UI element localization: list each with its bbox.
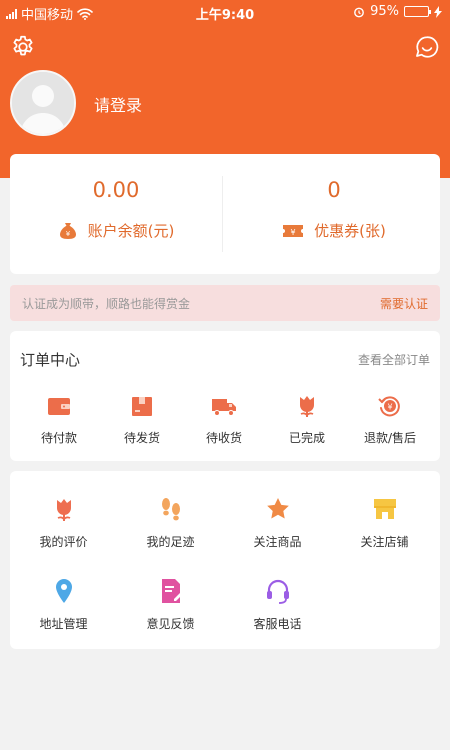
battery-percent: 95% — [370, 4, 399, 19]
order-label: 退款/售后 — [363, 431, 417, 445]
notice-text: 认证成为顺带，顺路也能得赏金 — [22, 297, 191, 311]
tool-label: 关注商品 — [253, 535, 302, 549]
account-balance-value: 0.00 — [92, 178, 140, 202]
divider — [222, 176, 223, 252]
order-pending-receipt[interactable]: 待收货 — [181, 393, 267, 446]
coupons-value: 0 — [327, 178, 341, 202]
flower-icon — [300, 396, 314, 417]
wallet-icon — [48, 398, 70, 415]
avatar[interactable] — [10, 70, 76, 136]
followed-products[interactable]: 关注商品 — [224, 495, 331, 550]
coupons-label: 优惠券(张) — [314, 222, 386, 240]
flower-icon — [56, 499, 71, 521]
account-balance-label: 账户余额(元) — [87, 222, 175, 240]
order-label: 待收货 — [205, 431, 242, 445]
tool-label: 意见反馈 — [146, 617, 195, 631]
coupon-icon: ¥ — [283, 224, 304, 237]
my-footprints[interactable]: 我的足迹 — [117, 495, 224, 550]
alarm-icon — [354, 7, 364, 17]
order-label: 待付款 — [40, 431, 77, 445]
coupons[interactable]: 0 ¥ 优惠券(张) — [228, 154, 440, 274]
order-label: 待发货 — [123, 431, 160, 445]
status-bar: 中国移动 上午9:40 95% — [0, 0, 450, 24]
tool-label: 地址管理 — [39, 617, 88, 631]
followed-shops[interactable]: 关注店铺 — [331, 495, 438, 550]
svg-text:¥: ¥ — [65, 230, 70, 238]
verification-notice[interactable]: 认证成为顺带，顺路也能得赏金 需要认证 — [10, 285, 440, 321]
login-prompt[interactable]: 请登录 — [94, 92, 142, 116]
order-center-title: 订单中心 — [20, 351, 81, 369]
feedback[interactable]: 意见反馈 — [117, 577, 224, 632]
order-pending-shipment[interactable]: 待发货 — [99, 393, 185, 446]
tool-label: 我的足迹 — [146, 535, 195, 549]
gear-icon[interactable] — [10, 34, 36, 60]
order-refund[interactable]: ¥ 退款/售后 — [347, 393, 433, 446]
view-all-orders-link[interactable]: 查看全部订单 — [358, 351, 430, 368]
profile-header: 请登录 — [0, 0, 450, 178]
balance-card: 0.00 ¥ 账户余额(元) 0 ¥ 优惠券(张) — [10, 154, 440, 274]
star-icon — [266, 498, 289, 519]
charging-icon — [434, 5, 442, 18]
svg-text:¥: ¥ — [291, 228, 296, 237]
verify-link[interactable]: 需要认证 — [380, 295, 428, 312]
customer-service-phone[interactable]: 客服电话 — [224, 577, 331, 632]
default-avatar-icon — [12, 72, 74, 134]
tools-card: 我的评价 我的足迹 关注商品 关注店铺 地址管理 意见反馈 客服电话 — [10, 471, 440, 649]
tool-label: 我的评价 — [39, 535, 88, 549]
chat-bubble-icon[interactable] — [414, 34, 440, 60]
order-completed[interactable]: 已完成 — [264, 393, 350, 446]
shop-icon — [373, 499, 396, 519]
account-balance[interactable]: 0.00 ¥ 账户余额(元) — [10, 154, 222, 274]
headset-icon — [266, 579, 289, 604]
refund-icon: ¥ — [378, 396, 400, 417]
footprints-icon — [161, 498, 180, 521]
money-bag-icon: ¥ — [59, 222, 76, 239]
truck-icon — [212, 399, 236, 416]
package-icon — [132, 397, 152, 416]
tool-label: 客服电话 — [253, 617, 302, 631]
order-label: 已完成 — [288, 431, 325, 445]
order-pending-payment[interactable]: 待付款 — [16, 393, 102, 446]
location-pin-icon — [55, 579, 72, 603]
svg-text:¥: ¥ — [387, 403, 392, 412]
battery-icon — [404, 6, 431, 17]
my-reviews[interactable]: 我的评价 — [10, 495, 117, 550]
order-center-card: 订单中心 查看全部订单 待付款 待发货 待收货 已完成 ¥ 退款/售后 — [10, 331, 440, 461]
address-management[interactable]: 地址管理 — [10, 577, 117, 632]
tool-label: 关注店铺 — [360, 535, 409, 549]
feedback-icon — [161, 579, 183, 603]
